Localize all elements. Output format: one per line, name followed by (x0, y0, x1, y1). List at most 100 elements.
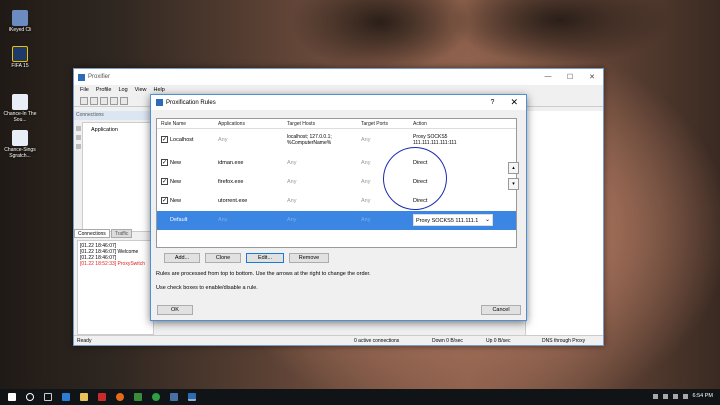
rule-target-hosts: localhost; 127.0.0.1; %ComputerName% (287, 134, 332, 146)
table-header: Rule Name Applications Target Hosts Targ… (157, 119, 516, 129)
rule-target-hosts: Any (287, 179, 297, 185)
rule-checkbox[interactable]: ✓ (161, 178, 168, 185)
rule-target-ports: Any (361, 160, 371, 166)
rule-name: Default (170, 217, 188, 223)
document-icon (12, 130, 28, 146)
maximize-button[interactable]: ☐ (559, 73, 581, 81)
table-row[interactable]: ✓ New firefox.exe Any Any Direct (157, 173, 516, 192)
proxifier-icon (78, 73, 85, 81)
column-header-target-hosts[interactable]: Target Hosts (287, 121, 315, 127)
firefox-icon[interactable] (116, 393, 124, 401)
toolbar-button[interactable] (120, 96, 128, 105)
task-view-icon[interactable] (44, 393, 52, 401)
utorrent-icon[interactable] (152, 393, 160, 401)
status-up-rate: Up 0 B/sec (486, 337, 511, 344)
app-icon[interactable] (170, 393, 178, 401)
menu-log[interactable]: Log (118, 87, 127, 93)
column-header-applications[interactable]: Applications (218, 121, 245, 127)
rule-target-ports: Any (361, 217, 371, 223)
proxifier-taskbar-icon[interactable] (188, 393, 196, 401)
rule-checkbox[interactable]: ✓ (161, 136, 168, 143)
toolbar-button[interactable] (80, 96, 88, 105)
remove-button[interactable]: Remove (289, 253, 329, 263)
status-down-rate: Down 0 B/sec (432, 337, 463, 344)
desktop-icon-label: Chance-Sings Sgratch... (4, 147, 36, 159)
toolbar-button[interactable] (110, 96, 118, 105)
table-row-default[interactable]: Default Any Any Any Proxy SOCKS5 111.111… (157, 211, 516, 230)
toolbar-button[interactable] (90, 96, 98, 105)
rule-applications: Any (218, 217, 228, 223)
close-icon[interactable] (76, 126, 81, 131)
rules-note-order: Rules are processed from top to bottom. … (156, 271, 371, 277)
menu-help[interactable]: Help (153, 87, 164, 93)
notification-icon[interactable] (683, 394, 688, 399)
rule-applications: firefox.exe (218, 179, 244, 185)
rules-note-checkboxes: Use check boxes to enable/disable a rule… (156, 285, 258, 291)
column-header-action[interactable]: Action (413, 121, 427, 127)
clone-button[interactable]: Clone (205, 253, 241, 263)
desktop-icon-label: FIFA 15 (11, 63, 29, 69)
table-row[interactable]: ✓ New idman.exe Any Any Direct (157, 154, 516, 173)
rule-name: Localhost (170, 137, 194, 143)
app-icon[interactable] (134, 393, 142, 401)
chevron-up-icon[interactable] (653, 394, 658, 399)
tab-connections[interactable]: Connections (74, 229, 110, 238)
rules-table: Rule Name Applications Target Hosts Targ… (156, 118, 517, 248)
add-button[interactable]: Add... (164, 253, 200, 263)
move-up-button[interactable]: ▴ (508, 162, 519, 174)
action-dropdown-value: Proxy SOCKS5 111.111.1 (416, 218, 479, 224)
minimize-button[interactable]: — (537, 73, 559, 81)
app-icon (12, 10, 28, 26)
dialog-titlebar[interactable]: Proxification Rules ? ✕ (151, 95, 526, 110)
column-header-application[interactable]: Application (91, 127, 118, 133)
desktop-icon-label: IKeyed Cli (8, 27, 32, 33)
fifa-icon (12, 46, 28, 62)
column-header-target-ports[interactable]: Target Ports (361, 121, 388, 127)
clock[interactable]: 6:54 PM (693, 393, 713, 399)
settings-icon[interactable] (76, 144, 81, 149)
windows-start-icon[interactable] (8, 393, 16, 401)
edit-button[interactable]: Edit... (246, 253, 284, 263)
desktop-icon[interactable]: IKeyed Cli (0, 10, 40, 33)
help-button[interactable]: ? (491, 99, 495, 106)
rule-checkbox[interactable]: ✓ (161, 159, 168, 166)
desktop-icon[interactable]: Chance-In The Sou... (0, 94, 40, 123)
cancel-button[interactable]: Cancel (481, 305, 521, 315)
window-titlebar[interactable]: Proxifier — ☐ ✕ (74, 69, 603, 85)
desktop-icon[interactable]: Chance-Sings Sgratch... (0, 130, 40, 159)
desktop-icon[interactable]: FIFA 15 (0, 46, 40, 69)
dialog-close-button[interactable]: ✕ (510, 97, 518, 108)
copy-icon[interactable] (76, 135, 81, 140)
app-icon[interactable] (98, 393, 106, 401)
connections-list: Application (82, 122, 152, 232)
status-bar: Ready 0 active connections Down 0 B/sec … (74, 335, 603, 345)
order-arrows: ▴ ▾ (508, 162, 519, 190)
edge-icon[interactable] (62, 393, 70, 401)
rule-checkbox[interactable]: ✓ (161, 197, 168, 204)
rule-target-ports: Any (361, 137, 371, 143)
table-row[interactable]: ✓ Localhost Any localhost; 127.0.0.1; %C… (157, 131, 516, 153)
connections-right-pane (525, 111, 603, 336)
rule-target-ports: Any (361, 179, 371, 185)
action-dropdown[interactable]: Proxy SOCKS5 111.111.1 ⌄ (413, 214, 493, 226)
ok-button[interactable]: OK (157, 305, 193, 315)
desktop-icon-label: Chance-In The Sou... (3, 111, 37, 123)
table-row[interactable]: ✓ New utorrent.exe Any Any Direct (157, 192, 516, 211)
search-icon[interactable] (26, 393, 34, 401)
file-explorer-icon[interactable] (80, 393, 88, 401)
close-button[interactable]: ✕ (581, 73, 603, 81)
move-down-button[interactable]: ▾ (508, 178, 519, 190)
rule-name: New (170, 198, 182, 204)
menu-profile[interactable]: Profile (96, 87, 112, 93)
volume-icon[interactable] (673, 394, 678, 399)
tab-traffic[interactable]: Traffic (110, 229, 133, 238)
menu-view[interactable]: View (135, 87, 147, 93)
rule-applications: utorrent.exe (218, 198, 248, 204)
network-icon[interactable] (663, 394, 668, 399)
menu-file[interactable]: File (80, 87, 89, 93)
system-tray (653, 394, 688, 399)
column-header-rule-name[interactable]: Rule Name (161, 121, 186, 127)
rule-applications: Any (218, 137, 228, 143)
toolbar-button[interactable] (100, 96, 108, 105)
window-title: Proxifier (88, 74, 111, 80)
